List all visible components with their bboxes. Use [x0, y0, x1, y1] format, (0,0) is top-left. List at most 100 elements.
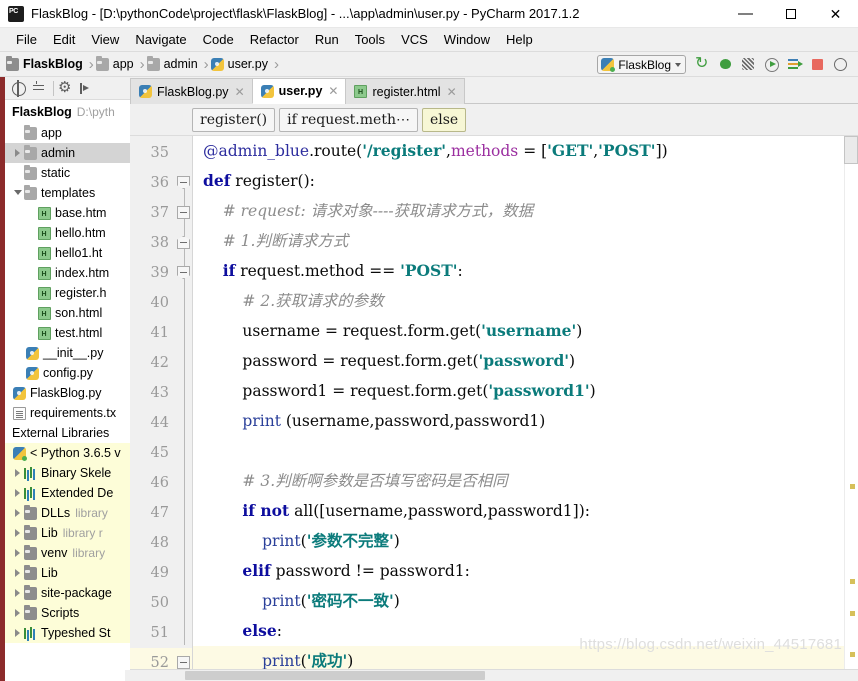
tree-node-test-html[interactable]: test.html — [5, 323, 130, 343]
tree-node-flaskblog-py[interactable]: FlaskBlog.py — [5, 383, 130, 403]
tree-node-typeshed-stubs[interactable]: Typeshed St — [5, 623, 130, 643]
chevron-right-icon[interactable] — [13, 463, 24, 483]
tree-node-init-py[interactable]: __init__.py — [5, 343, 130, 363]
bug-icon[interactable] — [716, 55, 735, 74]
code-line-46[interactable]: # 3.判断啊参数是否填写密码是否相同 — [193, 466, 844, 496]
gear-icon[interactable] — [57, 78, 74, 97]
coverage-icon[interactable] — [739, 55, 758, 74]
run-console-icon[interactable] — [785, 55, 804, 74]
code-line-36[interactable]: def register(): — [193, 166, 844, 196]
structure-chip-register[interactable]: register() — [192, 107, 276, 132]
tree-node-index-html[interactable]: index.htm — [5, 263, 130, 283]
chevron-right-icon[interactable] — [13, 583, 24, 603]
tree-node-admin[interactable]: admin — [5, 143, 130, 163]
close-button[interactable]: ✕ — [813, 0, 858, 28]
tree-node-python-sdk[interactable]: < Python 3.6.5 v — [5, 443, 130, 463]
tree-node-static[interactable]: static — [5, 163, 130, 183]
chevron-right-icon[interactable] — [13, 483, 24, 503]
breadcrumb-item-userpy[interactable]: user.py — [210, 52, 270, 77]
maximize-button[interactable] — [768, 0, 813, 28]
code-line-42[interactable]: password = request.form.get('password') — [193, 346, 844, 376]
tree-node-scripts[interactable]: Scripts — [5, 603, 130, 623]
menu-item-file[interactable]: File — [8, 28, 45, 52]
chevron-right-icon[interactable] — [13, 543, 24, 563]
tree-node-templates[interactable]: templates — [5, 183, 130, 203]
fold-marker-if[interactable] — [177, 266, 190, 279]
marker-gutter[interactable] — [844, 136, 858, 669]
fold-marker-comment2[interactable] — [177, 236, 190, 249]
tree-node-lib[interactable]: Lib library r — [5, 523, 130, 543]
chevron-right-icon[interactable] — [13, 143, 24, 163]
menu-item-run[interactable]: Run — [307, 28, 347, 52]
close-icon[interactable]: ✕ — [447, 86, 457, 98]
chevron-right-icon[interactable] — [13, 563, 24, 583]
code-text-area[interactable]: @admin_blue.route('/register',methods = … — [193, 136, 844, 669]
menu-item-vcs[interactable]: VCS — [393, 28, 436, 52]
close-icon[interactable]: ✕ — [328, 85, 338, 97]
project-tree-header[interactable]: FlaskBlog D:\pyth — [5, 101, 130, 123]
hide-panel-icon[interactable] — [77, 80, 94, 97]
warning-marker[interactable] — [850, 484, 855, 489]
tab-user-py[interactable]: user.py ✕ — [251, 78, 347, 104]
warning-marker[interactable] — [850, 579, 855, 584]
close-icon[interactable]: ✕ — [235, 86, 245, 98]
tree-node-son-html[interactable]: son.html — [5, 303, 130, 323]
structure-chip-if-request-method[interactable]: if request.meth⋯ — [279, 107, 418, 132]
warning-marker[interactable] — [850, 611, 855, 616]
caret-marker[interactable] — [850, 652, 855, 657]
tree-node-hello1-html[interactable]: hello1.ht — [5, 243, 130, 263]
code-line-45[interactable] — [193, 436, 844, 466]
collapse-all-icon[interactable] — [30, 80, 47, 97]
tree-node-hello-html[interactable]: hello.htm — [5, 223, 130, 243]
tree-node-config-py[interactable]: config.py — [5, 363, 130, 383]
minimize-button[interactable]: — — [723, 0, 768, 28]
stop-icon[interactable] — [808, 55, 827, 74]
code-line-37[interactable]: # request: 请求对象----获取请求方式，数据 — [193, 196, 844, 226]
code-line-44[interactable]: print (username,password,password1) — [193, 406, 844, 436]
menu-item-help[interactable]: Help — [498, 28, 541, 52]
tree-node-requirements-txt[interactable]: requirements.tx — [5, 403, 130, 423]
menu-item-view[interactable]: View — [83, 28, 127, 52]
vertical-scrollbar-thumb[interactable] — [844, 136, 858, 164]
code-line-43[interactable]: password1 = request.form.get('password1'… — [193, 376, 844, 406]
code-line-48[interactable]: print('参数不完整') — [193, 526, 844, 556]
tree-node-binary-skeletons[interactable]: Binary Skele — [5, 463, 130, 483]
menu-item-tools[interactable]: Tools — [347, 28, 393, 52]
structure-chip-else[interactable]: else — [421, 107, 467, 132]
menu-item-navigate[interactable]: Navigate — [127, 28, 194, 52]
tree-node-app[interactable]: app — [5, 123, 130, 143]
run-configuration-selector[interactable]: FlaskBlog — [597, 55, 686, 74]
fold-marker-else[interactable] — [177, 656, 190, 669]
menu-item-edit[interactable]: Edit — [45, 28, 83, 52]
breadcrumb-item-app[interactable]: app — [95, 52, 136, 77]
code-line-38[interactable]: # 1.判断请求方式 — [193, 226, 844, 256]
chevron-right-icon[interactable] — [13, 603, 24, 623]
breadcrumb-item-flaskblog[interactable]: FlaskBlog — [6, 52, 85, 77]
code-line-40[interactable]: # 2.获取请求的参数 — [193, 286, 844, 316]
chevron-down-icon[interactable] — [13, 183, 24, 203]
menu-item-code[interactable]: Code — [195, 28, 242, 52]
horizontal-scrollbar[interactable] — [125, 670, 844, 681]
fold-marker-comment[interactable] — [177, 206, 190, 219]
horizontal-scrollbar-thumb[interactable] — [185, 671, 485, 680]
tree-node-dlls[interactable]: DLLs library — [5, 503, 130, 523]
fold-marker-def[interactable] — [177, 176, 190, 189]
code-line-49[interactable]: elif password != password1: — [193, 556, 844, 586]
code-line-35[interactable]: @admin_blue.route('/register',methods = … — [193, 136, 844, 166]
tree-node-external-libraries[interactable]: External Libraries — [5, 423, 130, 443]
menu-item-refactor[interactable]: Refactor — [242, 28, 307, 52]
menu-item-window[interactable]: Window — [436, 28, 498, 52]
tree-node-register-html[interactable]: register.h — [5, 283, 130, 303]
tree-node-site-packages[interactable]: site-package — [5, 583, 130, 603]
tab-register-html[interactable]: register.html ✕ — [345, 78, 465, 104]
tree-node-lib-2[interactable]: Lib — [5, 563, 130, 583]
rerun-icon[interactable] — [693, 53, 712, 74]
breadcrumb-item-admin[interactable]: admin — [146, 52, 200, 77]
tab-flaskblog-py[interactable]: FlaskBlog.py ✕ — [130, 78, 253, 104]
code-line-47[interactable]: if not all([username,password,password1]… — [193, 496, 844, 526]
chevron-right-icon[interactable] — [13, 623, 24, 643]
code-line-41[interactable]: username = request.form.get('username') — [193, 316, 844, 346]
tree-node-extended-definitions[interactable]: Extended De — [5, 483, 130, 503]
tree-node-venv[interactable]: venv library — [5, 543, 130, 563]
code-line-50[interactable]: print('密码不一致') — [193, 586, 844, 616]
